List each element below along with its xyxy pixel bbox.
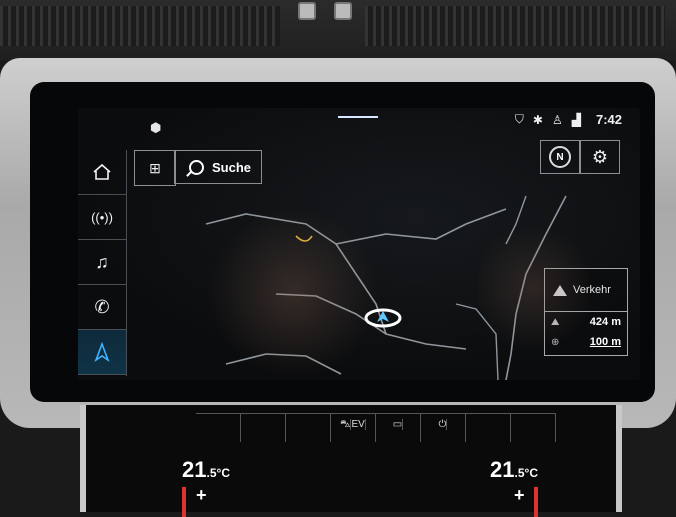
sidebar-item-music[interactable]: ♫ bbox=[78, 240, 126, 285]
traffic-info-panel[interactable]: Verkehr ⛰ 424 m ⊕ 100 m bbox=[544, 268, 628, 356]
air-vent-left bbox=[0, 6, 280, 46]
traffic-label: Verkehr bbox=[573, 284, 611, 296]
infotainment-screen: ⬢ ⛉ ✱ ♙ ▟ 7:42 ((•)) ♫ ✆ ⊞ Suche N ⚙ Ver… bbox=[78, 108, 640, 380]
user-icon: ♙ bbox=[551, 112, 563, 127]
power-button[interactable]: ⏻ bbox=[421, 414, 466, 442]
air-vent-right bbox=[365, 6, 665, 46]
car-ev-icon: ⛍ bbox=[340, 419, 352, 430]
signal-icon: ▟ bbox=[571, 112, 581, 127]
north-label: N bbox=[556, 151, 564, 163]
north-up-button[interactable]: N bbox=[540, 140, 580, 174]
map-road bbox=[225, 353, 342, 375]
temp-left-unit: °C bbox=[216, 466, 230, 480]
vent-knob-left[interactable] bbox=[298, 2, 316, 20]
map-settings-button[interactable]: ⚙ bbox=[580, 140, 620, 174]
sidebar-item-phone[interactable]: ✆ bbox=[78, 285, 126, 330]
temp-right-decimal: 5 bbox=[517, 466, 525, 480]
temp-plus-right-button[interactable]: + bbox=[514, 485, 525, 506]
climate-slot[interactable] bbox=[241, 414, 286, 442]
temp-right-value: 21 bbox=[490, 457, 515, 482]
sidebar-item-radio[interactable]: ((•)) bbox=[78, 195, 126, 240]
music-icon: ♫ bbox=[95, 251, 109, 272]
grid-icon: ⊞ bbox=[149, 159, 161, 176]
main-sidebar: ((•)) ♫ ✆ bbox=[78, 150, 127, 376]
altitude-value: 424 m bbox=[589, 316, 621, 328]
defrost-icon: ▭ bbox=[392, 419, 404, 430]
vehicle-position-icon bbox=[364, 308, 402, 328]
phone-icon: ✆ bbox=[94, 296, 110, 317]
temp-level-left bbox=[182, 487, 186, 517]
clock: 7:42 bbox=[595, 112, 622, 127]
home-icon bbox=[93, 163, 111, 180]
scale-row: ⊕ 100 m bbox=[545, 332, 627, 352]
radio-icon: ((•)) bbox=[91, 209, 113, 225]
ev-label: EV bbox=[351, 419, 366, 430]
bluetooth-icon: ✱ bbox=[532, 112, 543, 127]
pull-down-handle[interactable] bbox=[338, 116, 378, 118]
temp-level-right bbox=[534, 487, 538, 517]
dashboard-top bbox=[0, 0, 676, 60]
car-cube-icon[interactable]: ⬢ bbox=[150, 120, 161, 136]
sidebar-item-home[interactable] bbox=[78, 150, 126, 195]
power-icon: ⏻ bbox=[438, 419, 448, 430]
map-road bbox=[335, 208, 507, 245]
temperature-right[interactable]: 21.5°C bbox=[490, 457, 538, 483]
climate-slot[interactable] bbox=[511, 414, 556, 442]
altitude-row: ⛰ 424 m bbox=[545, 312, 627, 332]
ev-button[interactable]: ⛍EV bbox=[331, 414, 376, 442]
scale-value: 100 m bbox=[589, 336, 621, 348]
map-road bbox=[505, 195, 527, 245]
temp-left-value: 21 bbox=[182, 457, 207, 482]
traffic-warning-icon bbox=[553, 284, 567, 296]
rear-defrost-button[interactable]: ▭ bbox=[376, 414, 421, 442]
temperature-left[interactable]: 21.5°C bbox=[182, 457, 230, 483]
traffic-button[interactable]: Verkehr bbox=[545, 269, 627, 312]
status-bar: ⛉ ✱ ♙ ▟ 7:42 bbox=[515, 112, 622, 127]
mountain-icon: ⛰ bbox=[551, 316, 560, 328]
climate-slot[interactable] bbox=[466, 414, 511, 442]
location-shield-icon: ⛉ bbox=[514, 112, 524, 126]
apps-grid-button[interactable]: ⊞ bbox=[134, 150, 176, 186]
temp-right-unit: °C bbox=[524, 466, 538, 480]
search-label: Suche bbox=[212, 159, 252, 175]
vent-knob-right[interactable] bbox=[334, 2, 352, 20]
climate-screen: ⛍EV ▭ ⏻ 21.5°C 21.5°C + + bbox=[80, 405, 622, 517]
search-icon bbox=[189, 159, 204, 175]
search-button[interactable]: Suche bbox=[174, 150, 262, 184]
map-road bbox=[455, 303, 499, 380]
zoom-icon: ⊕ bbox=[551, 336, 560, 348]
compass-icon: N bbox=[549, 146, 571, 168]
sidebar-item-navigation[interactable] bbox=[78, 330, 126, 375]
climate-toolbar: ⛍EV ▭ ⏻ bbox=[196, 413, 556, 442]
climate-slot[interactable] bbox=[196, 414, 241, 442]
temp-left-decimal: 5 bbox=[209, 466, 217, 480]
gear-icon: ⚙ bbox=[591, 146, 609, 167]
navigation-arrow-icon bbox=[94, 342, 110, 362]
climate-slot[interactable] bbox=[286, 414, 331, 442]
temp-plus-left-button[interactable]: + bbox=[196, 485, 207, 506]
map-poi-marker bbox=[295, 235, 313, 242]
